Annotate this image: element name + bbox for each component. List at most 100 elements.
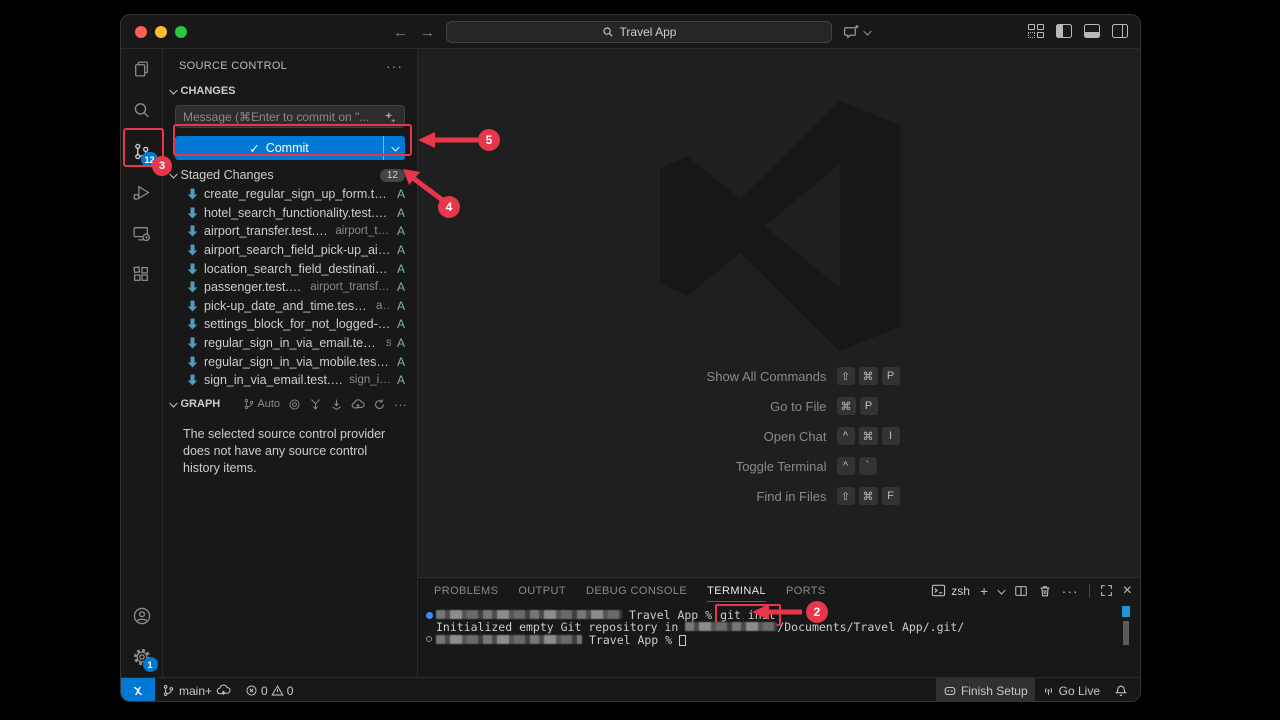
chevron-down-icon[interactable] bbox=[998, 586, 1006, 594]
account-button[interactable] bbox=[121, 595, 163, 636]
terminal-content[interactable]: Travel App %git init Initialized empty G… bbox=[418, 603, 1140, 646]
commit-button[interactable]: ✓ Commit bbox=[175, 136, 405, 160]
shortcut-keys: ⇧⌘P bbox=[837, 367, 957, 385]
staged-file-row[interactable]: pick-up_date_and_time.test.md airp... A bbox=[163, 297, 417, 316]
staged-file-row[interactable]: settings_block_for_not_logged-in_u... A bbox=[163, 315, 417, 334]
staged-file-row[interactable]: passenger.test.md airport_transfer_s... … bbox=[163, 278, 417, 297]
bottom-panel: PROBLEMS OUTPUT DEBUG CONSOLE TERMINAL PORTS… bbox=[418, 577, 1140, 677]
staged-file-row[interactable]: create_regular_sign_up_form.test.md A bbox=[163, 185, 417, 204]
panel-tab-debug-console[interactable]: DEBUG CONSOLE bbox=[586, 580, 687, 602]
finish-setup-label: Finish Setup bbox=[961, 684, 1028, 698]
activity-remote-explorer[interactable] bbox=[121, 213, 163, 254]
command-center-search[interactable]: Travel App bbox=[446, 21, 832, 43]
panel-tab-problems[interactable]: PROBLEMS bbox=[434, 580, 498, 602]
finish-setup-button[interactable]: Finish Setup bbox=[936, 678, 1035, 702]
go-live-button[interactable]: Go Live bbox=[1035, 678, 1107, 702]
close-panel-icon[interactable]: × bbox=[1123, 582, 1132, 600]
activity-search[interactable] bbox=[121, 90, 163, 131]
sparkle-icon[interactable] bbox=[383, 110, 397, 124]
command-decoration-success-icon bbox=[426, 612, 433, 619]
commit-dropdown-button[interactable] bbox=[383, 136, 405, 160]
activity-explorer[interactable] bbox=[121, 49, 163, 90]
staged-count-badge: 12 bbox=[380, 169, 405, 182]
remote-icon bbox=[131, 684, 145, 698]
settings-button[interactable]: 1 bbox=[121, 636, 163, 677]
key-chip: ⌘ bbox=[859, 427, 878, 445]
key-chip: ⌘ bbox=[837, 397, 856, 415]
staged-file-row[interactable]: location_search_field_destination_l... A bbox=[163, 259, 417, 278]
refresh-icon[interactable] bbox=[373, 398, 386, 411]
graph-auto-toggle[interactable]: Auto bbox=[243, 398, 280, 410]
markdown-file-icon bbox=[185, 337, 199, 349]
toggle-primary-sidebar-icon[interactable] bbox=[1056, 24, 1072, 38]
staged-file-row[interactable]: sign_in_via_email.test.md sign_in_fo... … bbox=[163, 371, 417, 390]
git-status-added: A bbox=[391, 299, 405, 313]
terminal-instance[interactable]: zsh bbox=[931, 583, 970, 598]
staged-changes-label: Staged Changes bbox=[181, 168, 274, 182]
graph-section-header[interactable]: GRAPH Auto ··· bbox=[163, 390, 417, 416]
git-pull-icon[interactable] bbox=[330, 398, 343, 411]
file-name: create_regular_sign_up_form.test.md bbox=[204, 187, 391, 201]
toggle-panel-icon[interactable] bbox=[1084, 24, 1100, 38]
remote-explorer-icon bbox=[132, 224, 151, 243]
panel-tab-terminal[interactable]: TERMINAL bbox=[707, 580, 766, 602]
toggle-secondary-sidebar-icon[interactable] bbox=[1112, 24, 1128, 38]
minimize-window-button[interactable] bbox=[155, 26, 167, 38]
copilot-icon bbox=[943, 684, 957, 698]
graph-more-actions-icon[interactable]: ··· bbox=[394, 397, 407, 412]
close-window-button[interactable] bbox=[135, 26, 147, 38]
command-center-title: Travel App bbox=[620, 25, 677, 39]
git-status-added: A bbox=[391, 262, 405, 276]
target-icon[interactable] bbox=[288, 398, 301, 411]
file-name: airport_transfer.test.md bbox=[204, 224, 329, 238]
customize-layout-icon[interactable] bbox=[1028, 24, 1044, 38]
panel-tab-ports[interactable]: PORTS bbox=[786, 580, 826, 602]
notifications-button[interactable] bbox=[1107, 678, 1140, 702]
staged-file-row[interactable]: airport_search_field_pick-up_airpor... A bbox=[163, 241, 417, 260]
terminal-scrollbar[interactable] bbox=[1123, 621, 1129, 645]
copilot-menu[interactable] bbox=[843, 23, 870, 40]
commit-button-label: Commit bbox=[266, 141, 309, 155]
window-controls bbox=[135, 26, 187, 38]
nav-back-icon[interactable]: ← bbox=[393, 24, 408, 41]
git-init-command: git init bbox=[720, 608, 775, 622]
more-actions-icon[interactable]: ··· bbox=[386, 58, 403, 74]
remote-indicator[interactable] bbox=[121, 678, 155, 702]
nav-forward-icon[interactable]: → bbox=[420, 24, 435, 41]
panel-tab-output[interactable]: OUTPUT bbox=[518, 580, 566, 602]
git-fetch-icon[interactable] bbox=[309, 398, 322, 411]
publish-cloud-icon bbox=[216, 683, 231, 698]
chevron-down-icon bbox=[170, 170, 178, 178]
staged-file-row[interactable]: regular_sign_in_via_mobile.test.md... A bbox=[163, 352, 417, 371]
terminal-overview-marker bbox=[1122, 606, 1130, 617]
staged-file-row[interactable]: airport_transfer.test.md airport_trans..… bbox=[163, 222, 417, 241]
error-count: 0 bbox=[261, 684, 268, 698]
kill-terminal-trash-icon[interactable] bbox=[1038, 584, 1052, 598]
panel-more-actions-icon[interactable]: ··· bbox=[1062, 583, 1079, 599]
graph-auto-label: Auto bbox=[257, 398, 280, 410]
staged-file-row[interactable]: hotel_search_functionality.test.md A bbox=[163, 204, 417, 223]
shortcut-keys: ⇧⌘F bbox=[837, 487, 957, 505]
changes-section-header[interactable]: CHANGES bbox=[163, 81, 417, 101]
search-icon bbox=[132, 101, 151, 120]
activity-run-debug[interactable] bbox=[121, 172, 163, 213]
activity-extensions[interactable] bbox=[121, 254, 163, 295]
split-terminal-icon[interactable] bbox=[1014, 584, 1028, 598]
problems-status-item[interactable]: 0 0 bbox=[238, 684, 300, 698]
editor-area: Show All Commands ⇧⌘P Go to File ⌘P Open… bbox=[418, 49, 1140, 677]
cloud-icon[interactable] bbox=[351, 397, 365, 411]
check-icon: ✓ bbox=[249, 141, 259, 156]
error-icon bbox=[245, 684, 258, 697]
git-status-added: A bbox=[391, 243, 405, 257]
staged-changes-header[interactable]: Staged Changes 12 bbox=[163, 160, 417, 185]
branch-status-item[interactable]: main+ bbox=[155, 678, 238, 702]
staged-file-row[interactable]: regular_sign_in_via_email.test.md si... … bbox=[163, 334, 417, 353]
redacted-text bbox=[436, 635, 582, 644]
extensions-icon bbox=[132, 265, 151, 284]
maximize-panel-icon[interactable] bbox=[1100, 584, 1113, 597]
new-terminal-button[interactable]: + bbox=[980, 583, 988, 599]
zoom-window-button[interactable] bbox=[175, 26, 187, 38]
commit-message-input[interactable]: Message (⌘Enter to commit on "... bbox=[175, 105, 405, 128]
shell-label: zsh bbox=[951, 584, 970, 598]
bell-icon bbox=[1114, 684, 1128, 698]
